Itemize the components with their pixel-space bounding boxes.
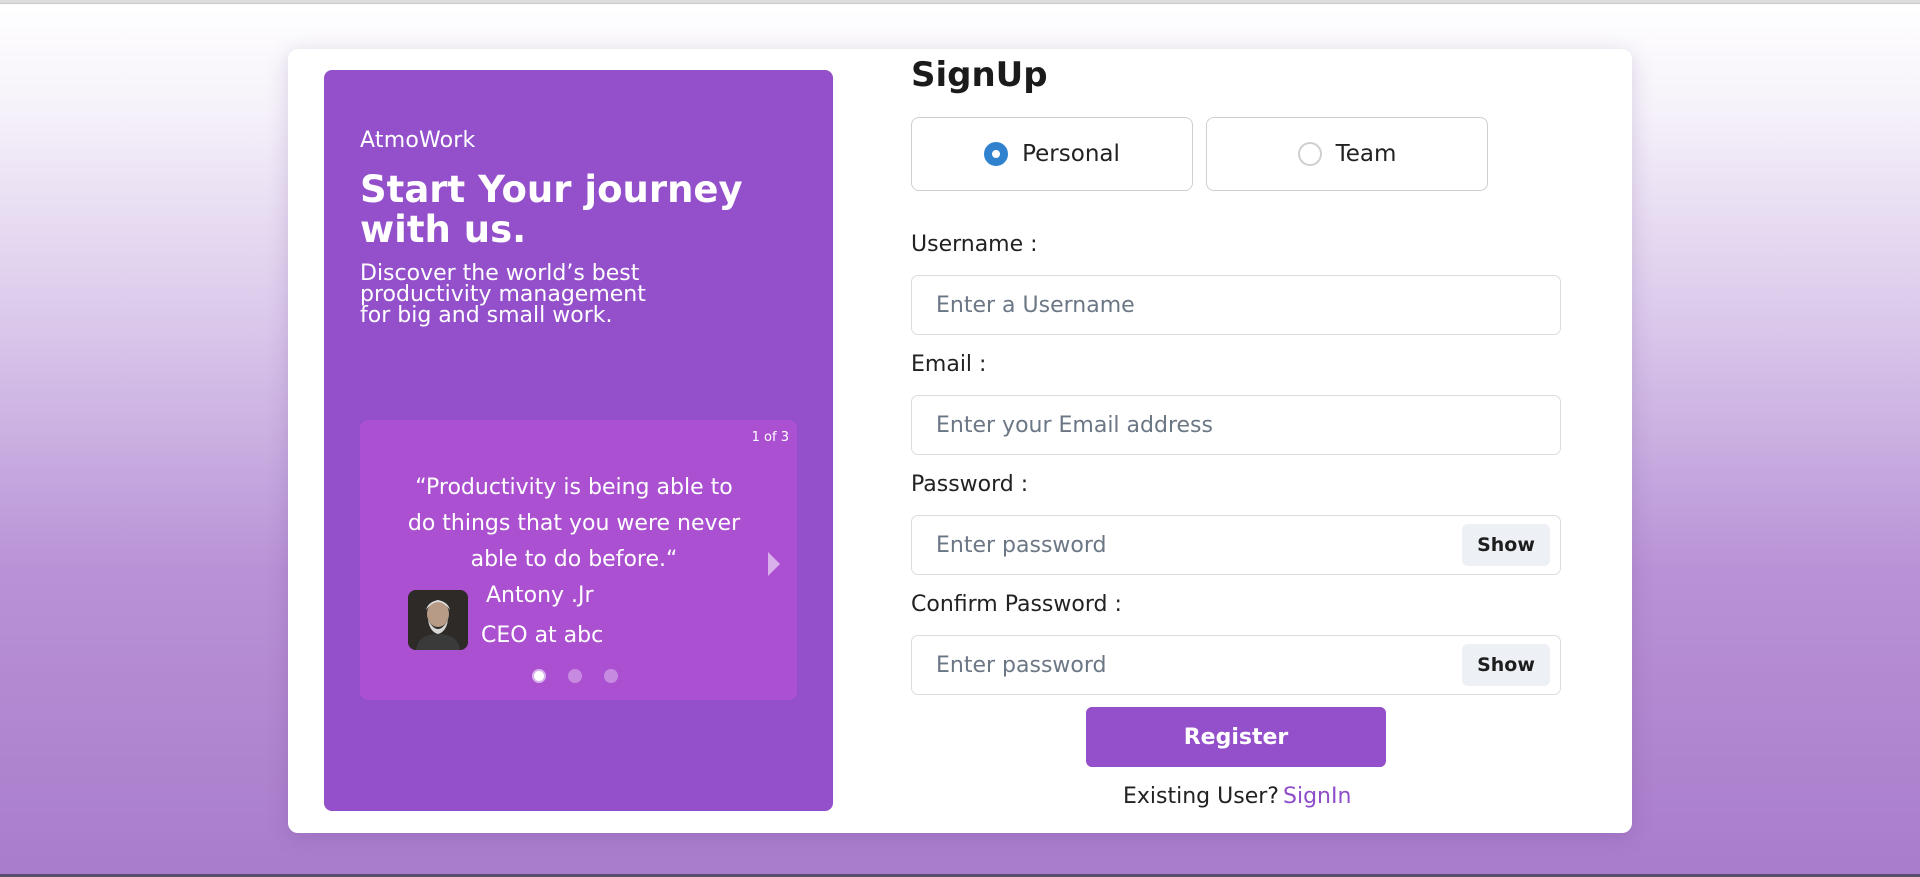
carousel-dots — [532, 669, 618, 683]
password-show-button[interactable]: Show — [1462, 524, 1550, 566]
signup-card: AtmoWork Start Your journey with us. Dis… — [288, 49, 1632, 833]
account-type-label: Personal — [1022, 141, 1120, 167]
account-type-team[interactable]: Team — [1206, 117, 1488, 191]
testimonial-role: CEO at abc — [481, 623, 604, 648]
username-label: Username : — [911, 232, 1038, 257]
browser-top-border — [0, 0, 1920, 4]
signup-form: SignUp Personal Team Username : Email : … — [911, 49, 1561, 833]
author-avatar — [408, 590, 468, 650]
testimonial-quote: “Productivity is being able to do things… — [407, 475, 741, 572]
promo-panel: AtmoWork Start Your journey with us. Dis… — [324, 70, 833, 811]
confirm-password-label: Confirm Password : — [911, 592, 1122, 617]
radio-checked-icon — [984, 142, 1009, 166]
email-input[interactable] — [911, 395, 1561, 455]
slide-counter: 1 of 3 — [751, 430, 789, 445]
confirm-password-show-button[interactable]: Show — [1462, 644, 1550, 686]
carousel-dot-1[interactable] — [532, 669, 546, 683]
register-button[interactable]: Register — [1086, 707, 1386, 767]
carousel-dot-3[interactable] — [604, 669, 618, 683]
promo-subline: Discover the world’s best productivity m… — [360, 261, 646, 328]
radio-unchecked-icon — [1297, 142, 1322, 166]
carousel-dot-2[interactable] — [568, 669, 582, 683]
testimonial-carousel: 1 of 3 “Productivity is being able to do… — [360, 420, 797, 700]
form-title: SignUp — [911, 55, 1048, 95]
account-type-personal[interactable]: Personal — [911, 117, 1193, 191]
password-label: Password : — [911, 472, 1029, 497]
signin-link[interactable]: SignIn — [1283, 784, 1351, 809]
testimonial-author: Antony .Jr — [486, 583, 594, 608]
email-label: Email : — [911, 352, 987, 377]
carousel-next-arrow-icon[interactable] — [768, 552, 780, 576]
existing-user-text: Existing User? — [1123, 784, 1279, 809]
promo-headline: Start Your journey with us. — [360, 168, 743, 251]
brand-name: AtmoWork — [360, 128, 476, 153]
username-input[interactable] — [911, 275, 1561, 335]
account-type-label: Team — [1335, 141, 1397, 167]
